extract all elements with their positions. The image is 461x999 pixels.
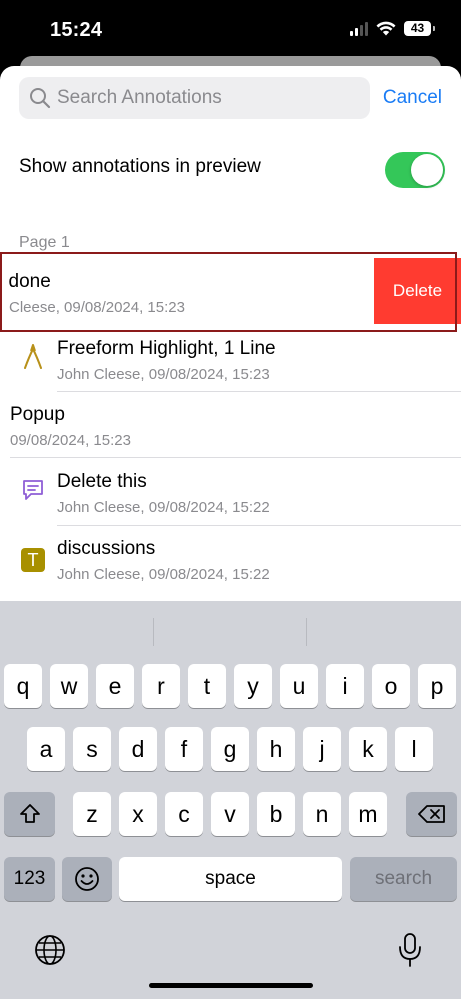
search-key[interactable]: search — [350, 857, 457, 901]
keyboard: q w e r t y u i o p a s d f g h j k l z … — [0, 601, 461, 999]
status-bar: 15:24 43 — [0, 0, 461, 60]
cancel-button[interactable]: Cancel — [383, 87, 442, 109]
annotation-subtitle: John Cleese, 09/08/2024, 15:22 — [57, 566, 270, 583]
annotations-sheet: Cancel Show annotations in preview Page … — [0, 66, 461, 606]
globe-icon[interactable] — [34, 934, 66, 966]
backspace-key[interactable] — [406, 792, 457, 836]
key-g[interactable]: g — [211, 727, 249, 771]
shift-icon — [19, 804, 40, 823]
toggle-knob — [411, 154, 443, 186]
key-q[interactable]: q — [4, 664, 42, 708]
suggestion-separator — [306, 618, 307, 646]
row-divider — [10, 457, 461, 458]
key-j[interactable]: j — [303, 727, 341, 771]
wifi-icon — [376, 21, 396, 35]
key-a[interactable]: a — [27, 727, 65, 771]
key-i[interactable]: i — [326, 664, 364, 708]
microphone-icon[interactable] — [398, 933, 422, 967]
key-t[interactable]: t — [188, 664, 226, 708]
space-key[interactable]: space — [119, 857, 342, 901]
key-k[interactable]: k — [349, 727, 387, 771]
annotation-row[interactable]: Delete this John Cleese, 09/08/2024, 15:… — [0, 464, 461, 530]
annotation-row[interactable]: Freeform Highlight, 1 Line John Cleese, … — [0, 331, 461, 397]
suggestion-separator — [153, 618, 154, 646]
key-h[interactable]: h — [257, 727, 295, 771]
key-o[interactable]: o — [372, 664, 410, 708]
section-header-page-1: Page 1 — [19, 234, 70, 251]
annotation-title: Popup — [10, 404, 65, 425]
key-v[interactable]: v — [211, 792, 249, 836]
key-z[interactable]: z — [73, 792, 111, 836]
emoji-key[interactable] — [62, 857, 112, 901]
numbers-key[interactable]: 123 — [4, 857, 55, 901]
key-f[interactable]: f — [165, 727, 203, 771]
key-n[interactable]: n — [303, 792, 341, 836]
show-annotations-toggle[interactable] — [385, 152, 445, 188]
numbers-key-label: 123 — [13, 868, 46, 889]
annotation-subtitle: John Cleese, 09/08/2024, 15:22 — [57, 499, 270, 516]
freeform-highlight-icon — [24, 344, 42, 369]
row-divider — [57, 525, 461, 526]
key-m[interactable]: m — [349, 792, 387, 836]
search-icon — [30, 88, 51, 109]
note-comment-icon — [23, 480, 43, 500]
status-time: 15:24 — [50, 19, 103, 41]
annotation-title: Freeform Highlight, 1 Line — [57, 338, 276, 359]
key-x[interactable]: x — [119, 792, 157, 836]
key-l[interactable]: l — [395, 727, 433, 771]
key-s[interactable]: s — [73, 727, 111, 771]
swiped-row-highlight — [0, 252, 457, 332]
shift-key[interactable] — [4, 792, 55, 836]
key-r[interactable]: r — [142, 664, 180, 708]
search-key-label: search — [374, 868, 433, 889]
key-w[interactable]: w — [50, 664, 88, 708]
backspace-icon — [417, 805, 445, 823]
home-indicator — [149, 983, 313, 988]
space-key-label: space — [205, 868, 256, 889]
search-input[interactable] — [57, 87, 347, 109]
key-u[interactable]: u — [280, 664, 318, 708]
annotation-row[interactable]: Popup 09/08/2024, 15:23 — [0, 397, 461, 463]
key-c[interactable]: c — [165, 792, 203, 836]
annotation-row[interactable]: T discussions John Cleese, 09/08/2024, 1… — [0, 531, 461, 597]
show-annotations-row: Show annotations in preview — [19, 152, 445, 188]
show-annotations-label: Show annotations in preview — [19, 156, 261, 177]
key-b[interactable]: b — [257, 792, 295, 836]
key-y[interactable]: y — [234, 664, 272, 708]
row-divider — [57, 391, 461, 392]
key-e[interactable]: e — [96, 664, 134, 708]
annotation-title: Delete this — [57, 471, 147, 492]
text-T-icon: T — [21, 548, 45, 572]
search-bar[interactable] — [19, 77, 370, 119]
annotation-subtitle: John Cleese, 09/08/2024, 15:23 — [57, 366, 270, 383]
emoji-icon — [75, 867, 99, 891]
status-icons: 43 — [350, 20, 435, 36]
key-d[interactable]: d — [119, 727, 157, 771]
annotation-title: discussions — [57, 538, 156, 559]
key-p[interactable]: p — [418, 664, 456, 708]
cellular-signal-icon — [350, 20, 368, 36]
annotation-subtitle: 09/08/2024, 15:23 — [10, 432, 131, 449]
battery-icon: 43 — [404, 20, 435, 36]
